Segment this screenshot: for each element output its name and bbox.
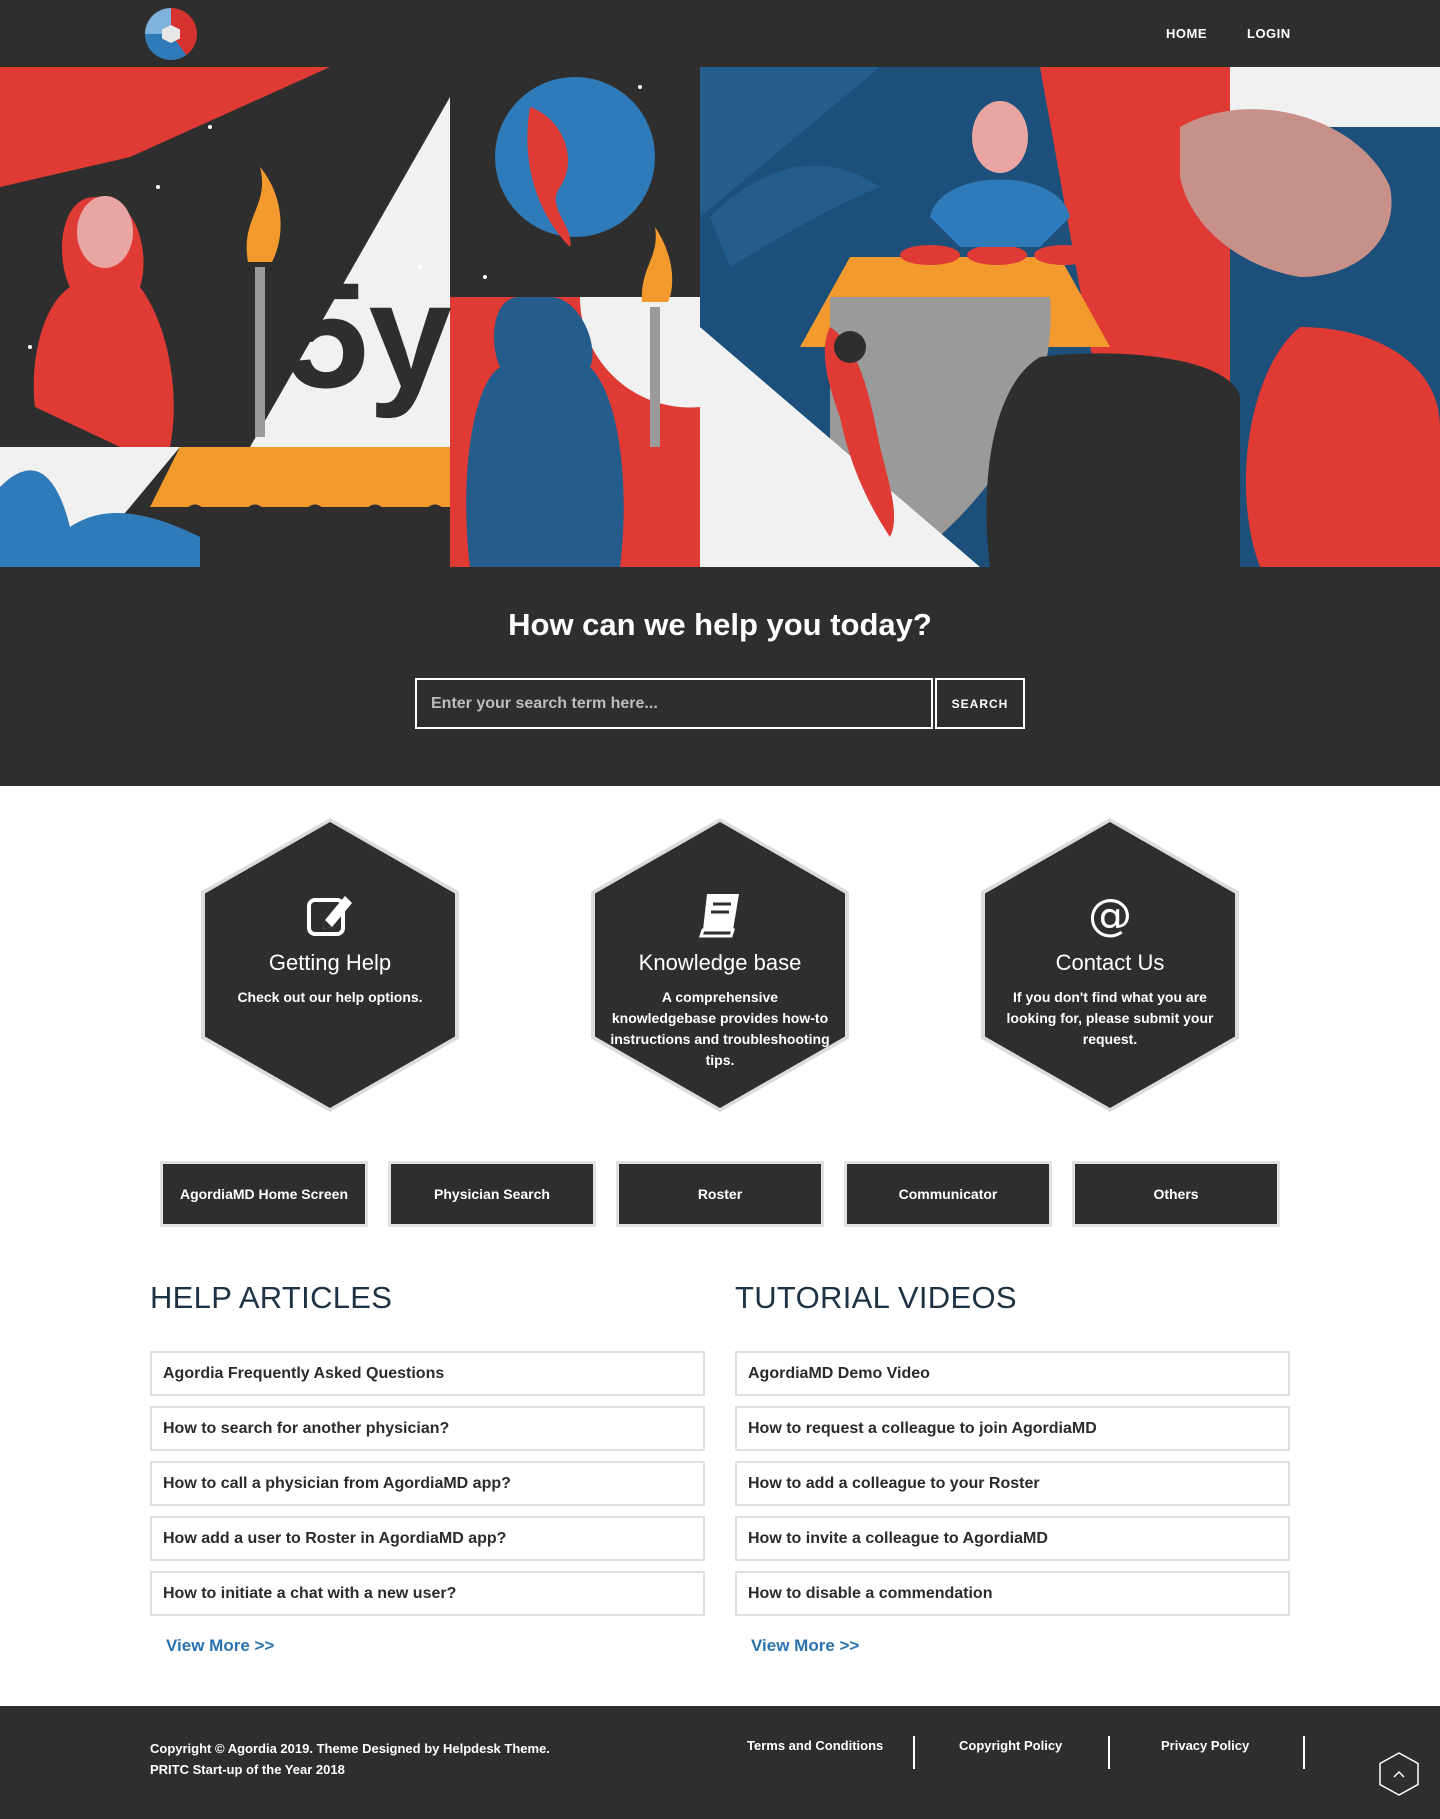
footer-divider [1108, 1736, 1110, 1769]
hero-banner-illustration: 5y [0, 67, 1440, 567]
help-articles-heading: HELP ARTICLES [150, 1280, 393, 1315]
feature-title: Getting Help [268, 950, 392, 975]
footer-divider [1303, 1736, 1305, 1769]
help-article-link[interactable]: How to initiate a chat with a new user? [150, 1571, 705, 1616]
search-heading: How can we help you today? [508, 607, 932, 642]
category-others-button[interactable]: Others [1072, 1161, 1280, 1227]
nav-login-link[interactable]: LOGIN [1247, 26, 1291, 41]
agordia-logo[interactable] [145, 8, 197, 60]
hero-artwork: 5y [0, 67, 1440, 567]
footer-copyright-policy-link[interactable]: Copyright Policy [959, 1738, 1062, 1753]
book-icon [698, 894, 739, 938]
search-section: How can we help you today? SEARCH [0, 567, 1440, 786]
feature-knowledge-base[interactable]: Knowledge base A comprehensive knowledge… [591, 818, 849, 1112]
footer-terms-link[interactable]: Terms and Conditions [747, 1738, 883, 1753]
search-input[interactable] [415, 678, 933, 729]
at-icon: @ [1088, 890, 1132, 940]
tutorial-video-link[interactable]: How to disable a commendation [735, 1571, 1290, 1616]
tutorial-video-link[interactable]: How to add a colleague to your Roster [735, 1461, 1290, 1506]
page-footer: Copyright © Agordia 2019. Theme Designed… [0, 1706, 1440, 1819]
category-physician-search-button[interactable]: Physician Search [388, 1161, 596, 1227]
edit-icon [307, 896, 352, 936]
category-roster-button[interactable]: Roster [616, 1161, 824, 1227]
help-articles-view-more-link[interactable]: View More >> [166, 1636, 274, 1656]
category-home-screen-button[interactable]: AgordiaMD Home Screen [160, 1161, 368, 1227]
category-communicator-button[interactable]: Communicator [844, 1161, 1052, 1227]
footer-privacy-policy-link[interactable]: Privacy Policy [1161, 1738, 1249, 1753]
tutorial-video-link[interactable]: How to invite a colleague to AgordiaMD [735, 1516, 1290, 1561]
footer-divider [913, 1736, 915, 1769]
feature-description: If you don't find what you are looking f… [1006, 989, 1214, 1047]
nav-home-link[interactable]: HOME [1166, 26, 1207, 41]
tutorial-videos-heading: TUTORIAL VIDEOS [735, 1280, 1017, 1315]
feature-contact-us[interactable]: @ Contact Us If you don't find what you … [981, 818, 1239, 1112]
hex-card: Getting Help Check out our help options. [205, 822, 455, 1108]
feature-description: Check out our help options. [237, 989, 423, 1005]
tutorial-video-link[interactable]: How to request a colleague to join Agord… [735, 1406, 1290, 1451]
help-article-link[interactable]: How to call a physician from AgordiaMD a… [150, 1461, 705, 1506]
copyright-text: Copyright © Agordia 2019. Theme Designed… [150, 1738, 550, 1780]
scroll-to-top-icon[interactable] [1378, 1751, 1420, 1797]
svg-text:@: @ [1088, 890, 1132, 940]
hero-badge-text: 5y [285, 251, 452, 419]
help-article-link[interactable]: How to search for another physician? [150, 1406, 705, 1451]
feature-title: Knowledge base [638, 950, 802, 975]
help-article-link[interactable]: Agordia Frequently Asked Questions [150, 1351, 705, 1396]
feature-getting-help[interactable]: Getting Help Check out our help options. [201, 818, 459, 1112]
feature-description: A comprehensive knowledgebase provides h… [610, 989, 830, 1068]
tutorial-videos-view-more-link[interactable]: View More >> [751, 1636, 859, 1656]
help-article-link[interactable]: How add a user to Roster in AgordiaMD ap… [150, 1516, 705, 1561]
top-navbar: HOME LOGIN [0, 0, 1440, 67]
search-button[interactable]: SEARCH [935, 678, 1025, 729]
hex-card: Knowledge base A comprehensive knowledge… [595, 822, 845, 1108]
hex-card: @ Contact Us If you don't find what you … [985, 822, 1235, 1108]
feature-title: Contact Us [1055, 950, 1165, 975]
copyright-line: Copyright © Agordia 2019. Theme Designed… [150, 1741, 550, 1756]
tutorial-video-link[interactable]: AgordiaMD Demo Video [735, 1351, 1290, 1396]
award-line: PRITC Start-up of the Year 2018 [150, 1762, 345, 1777]
